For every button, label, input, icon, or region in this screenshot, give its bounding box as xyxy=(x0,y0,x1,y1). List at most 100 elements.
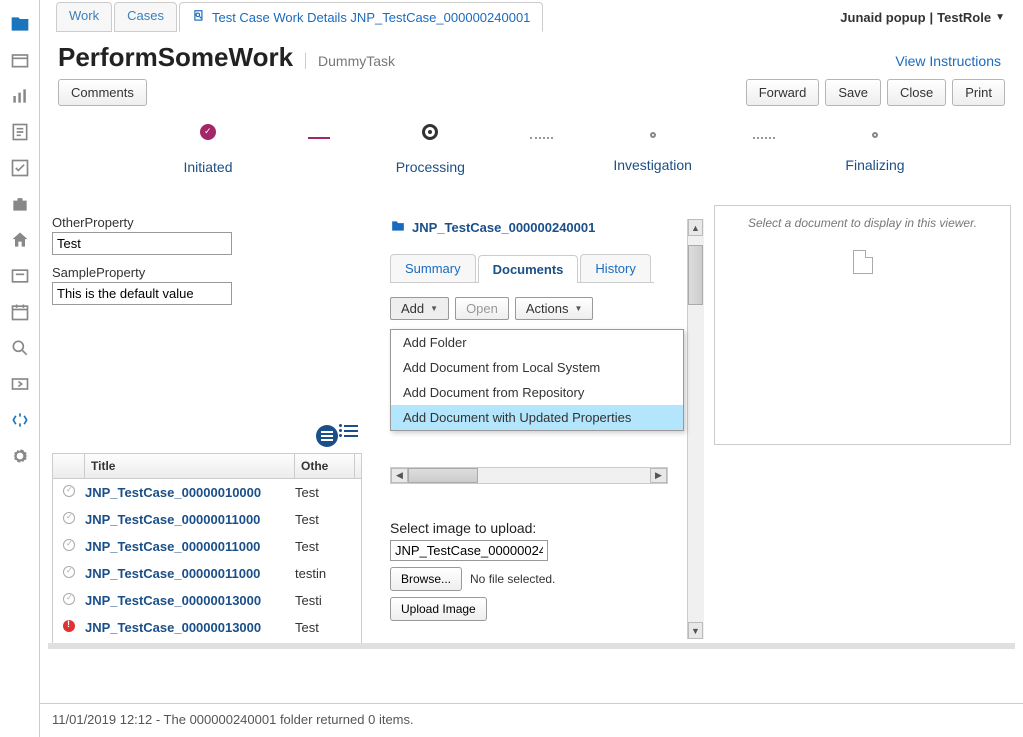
dd-add-local[interactable]: Add Document from Local System xyxy=(391,355,683,380)
status-ok-icon xyxy=(63,539,75,551)
comments-button[interactable]: Comments xyxy=(58,79,147,106)
briefcase-icon[interactable] xyxy=(0,186,40,222)
node-done-icon xyxy=(200,124,216,140)
scroll-up-icon[interactable]: ▲ xyxy=(688,219,703,236)
status-ok-icon xyxy=(63,593,75,605)
row-other: Testi xyxy=(295,593,355,608)
gear-icon[interactable] xyxy=(0,438,40,474)
sub-tabs: Summary Documents History xyxy=(390,254,654,283)
forward-button[interactable]: Forward xyxy=(746,79,820,106)
table-row[interactable]: JNP_TestCase_00000011000Test xyxy=(53,533,361,560)
upload-image-button[interactable]: Upload Image xyxy=(390,597,487,621)
mid-hscroll[interactable]: ◀ ▶ xyxy=(390,467,668,484)
row-other: Test xyxy=(295,512,355,527)
closed-folder-icon xyxy=(390,219,406,236)
title-row: PerformSomeWork DummyTask View Instructi… xyxy=(48,32,1015,79)
print-button[interactable]: Print xyxy=(952,79,1005,106)
user-bar[interactable]: Junaid popup | TestRole ▼ xyxy=(830,2,1015,32)
folder-icon[interactable] xyxy=(0,6,40,42)
row-title[interactable]: JNP_TestCase_00000013000 xyxy=(85,620,295,635)
search-icon[interactable] xyxy=(0,330,40,366)
calendar-icon[interactable] xyxy=(0,294,40,330)
node-future-icon xyxy=(872,132,878,138)
detail-view-icon[interactable] xyxy=(316,425,338,447)
status-ok-icon xyxy=(63,566,75,578)
table-row[interactable]: JNP_TestCase_00000011000Test xyxy=(53,506,361,533)
content-hscroll[interactable] xyxy=(48,643,1015,649)
row-title[interactable]: JNP_TestCase_00000010000 xyxy=(85,485,295,500)
forward-icon[interactable] xyxy=(0,366,40,402)
status-bar: 11/01/2019 12:12 - The 000000240001 fold… xyxy=(40,703,1023,737)
scroll-right-icon[interactable]: ▶ xyxy=(650,468,667,483)
other-property-label: OtherProperty xyxy=(52,215,362,230)
upload-label: Select image to upload: xyxy=(390,520,692,536)
document-placeholder-icon xyxy=(853,250,873,274)
subtab-history[interactable]: History xyxy=(580,254,650,282)
col-title[interactable]: Title xyxy=(85,454,295,478)
magnifier-doc-icon xyxy=(192,9,206,26)
status-ok-icon xyxy=(63,512,75,524)
folder-name[interactable]: JNP_TestCase_000000240001 xyxy=(412,220,595,235)
view-instructions-link[interactable]: View Instructions xyxy=(895,53,1005,69)
progress-bar: Initiated Processing Investigation Final… xyxy=(48,124,1015,205)
subtab-summary[interactable]: Summary xyxy=(390,254,476,282)
close-button[interactable]: Close xyxy=(887,79,946,106)
no-file-text: No file selected. xyxy=(470,572,555,586)
browse-button[interactable]: Browse... xyxy=(390,567,462,591)
sample-property-input[interactable] xyxy=(52,282,232,305)
actions-row: Comments Forward Save Close Print xyxy=(48,79,1015,124)
archive-icon[interactable] xyxy=(0,42,40,78)
table-row[interactable]: JNP_TestCase_00000010000Test xyxy=(53,479,361,506)
grid-body: JNP_TestCase_00000010000TestJNP_TestCase… xyxy=(53,479,361,649)
row-title[interactable]: JNP_TestCase_00000011000 xyxy=(85,512,295,527)
recycle-icon[interactable] xyxy=(0,402,40,438)
tab-cases[interactable]: Cases xyxy=(114,2,177,32)
home-icon[interactable] xyxy=(0,222,40,258)
tab-active[interactable]: Test Case Work Details JNP_TestCase_0000… xyxy=(179,2,543,32)
add-dropdown: Add Folder Add Document from Local Syste… xyxy=(390,329,684,431)
row-title[interactable]: JNP_TestCase_00000011000 xyxy=(85,539,295,554)
work-body: OtherProperty SampleProperty Title Othe … xyxy=(48,205,1015,645)
sample-property-label: SampleProperty xyxy=(52,265,362,280)
check-icon[interactable] xyxy=(0,150,40,186)
row-other: Test xyxy=(295,485,355,500)
dd-add-folder[interactable]: Add Folder xyxy=(391,330,683,355)
stage-finalizing: Finalizing xyxy=(775,127,975,173)
case-grid: Title Othe JNP_TestCase_00000010000TestJ… xyxy=(52,453,362,649)
row-other: Test xyxy=(295,539,355,554)
upload-name-input[interactable] xyxy=(390,540,548,561)
document-icon[interactable] xyxy=(0,114,40,150)
scroll-left-icon[interactable]: ◀ xyxy=(391,468,408,483)
page-subtitle: DummyTask xyxy=(305,53,395,69)
chart-icon[interactable] xyxy=(0,78,40,114)
user-role: TestRole xyxy=(937,10,991,25)
list-view-icon[interactable] xyxy=(344,425,358,447)
row-title[interactable]: JNP_TestCase_00000011000 xyxy=(85,566,295,581)
tab-active-label: Test Case Work Details JNP_TestCase_0000… xyxy=(212,10,530,25)
scroll-down-icon[interactable]: ▼ xyxy=(688,622,703,639)
table-row[interactable]: JNP_TestCase_00000013000Testi xyxy=(53,587,361,614)
stage-initiated: Initiated xyxy=(108,124,308,175)
row-title[interactable]: JNP_TestCase_00000013000 xyxy=(85,593,295,608)
node-current-icon xyxy=(422,124,438,140)
list-icon[interactable] xyxy=(0,258,40,294)
mid-toolbar: Add Open Actions xyxy=(390,297,692,320)
tab-work[interactable]: Work xyxy=(56,2,112,32)
save-button[interactable]: Save xyxy=(825,79,881,106)
col-other[interactable]: Othe xyxy=(295,454,355,478)
add-button[interactable]: Add xyxy=(390,297,449,320)
actions-button[interactable]: Actions xyxy=(515,297,594,320)
dd-add-updated[interactable]: Add Document with Updated Properties xyxy=(391,405,683,430)
table-row[interactable]: JNP_TestCase_00000011000testin xyxy=(53,560,361,587)
status-error-icon xyxy=(63,620,75,632)
scroll-thumb[interactable] xyxy=(688,245,703,305)
subtab-documents[interactable]: Documents xyxy=(478,255,579,283)
page-title: PerformSomeWork xyxy=(58,42,293,73)
scroll-thumb[interactable] xyxy=(408,468,478,483)
dd-add-repo[interactable]: Add Document from Repository xyxy=(391,380,683,405)
other-property-input[interactable] xyxy=(52,232,232,255)
table-row[interactable]: JNP_TestCase_00000013000Test xyxy=(53,614,361,641)
mid-vscroll[interactable]: ▲ ▼ xyxy=(687,219,704,639)
mid-pane: JNP_TestCase_000000240001 Summary Docume… xyxy=(382,205,692,645)
left-pane: OtherProperty SampleProperty Title Othe … xyxy=(52,205,382,645)
